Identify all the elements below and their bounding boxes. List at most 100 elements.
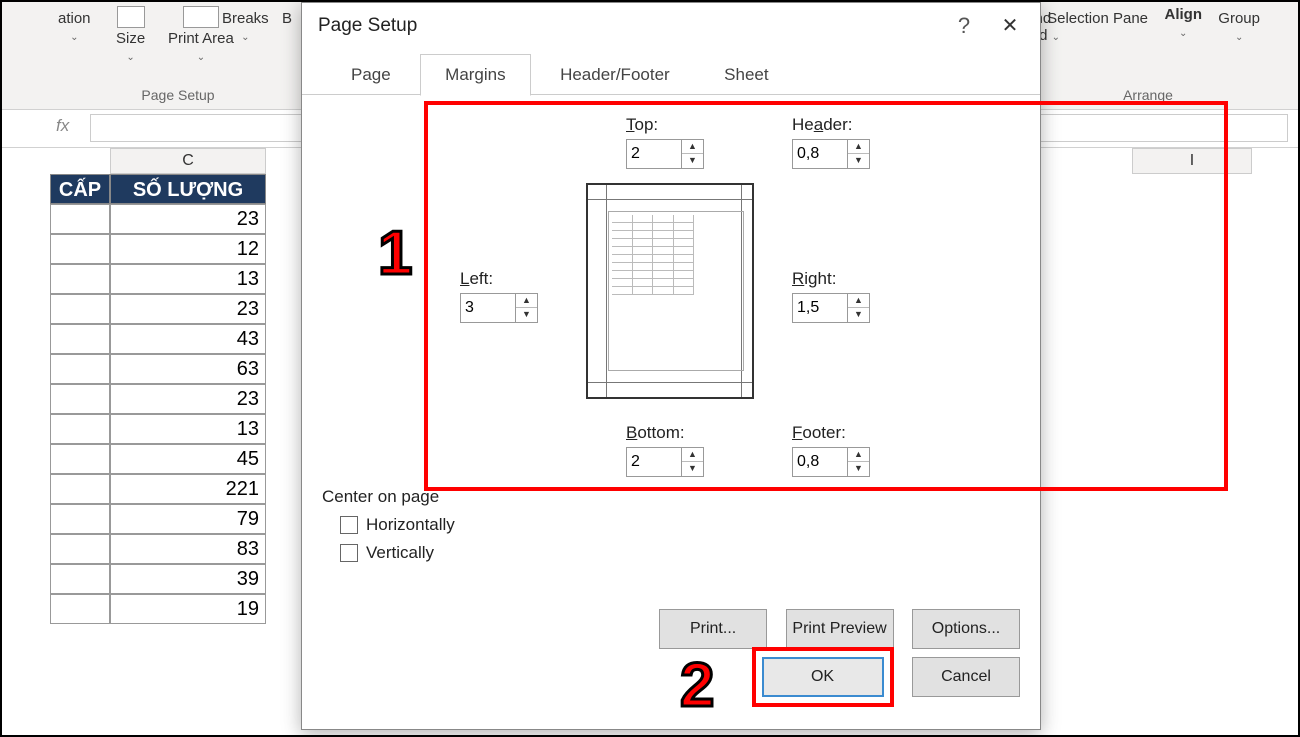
tab-page[interactable]: Page [326, 54, 416, 96]
cell-b[interactable] [50, 264, 110, 294]
spin-down-icon[interactable]: ▼ [516, 308, 537, 322]
field-right: Right: ▲▼ [792, 269, 870, 323]
cell-b[interactable] [50, 234, 110, 264]
spin-down-icon[interactable]: ▼ [682, 462, 703, 476]
spin-right[interactable]: ▲▼ [792, 293, 870, 323]
ribbon-label: B [282, 10, 292, 27]
page-preview [586, 183, 754, 399]
chevron-down-icon: ⌄ [126, 52, 134, 63]
ribbon-label: Selection Pane [1047, 10, 1148, 27]
preview-grid [612, 215, 694, 295]
ribbon-selection-pane[interactable]: Selection Pane [1047, 10, 1148, 27]
ribbon-label: Group [1218, 10, 1260, 27]
input-header[interactable] [793, 140, 843, 168]
tab-margins[interactable]: Margins [420, 54, 530, 96]
dialog-title: Page Setup [302, 3, 1040, 53]
label-left: Left: [460, 269, 538, 289]
ribbon-align[interactable]: Align⌄ [1165, 6, 1203, 40]
checkbox-label: Horizontally [366, 515, 455, 535]
cell-c[interactable]: 39 [110, 564, 266, 594]
close-button[interactable]: ✕ [990, 11, 1030, 45]
input-left[interactable] [461, 294, 511, 322]
margins-highlight-box: Top: ▲▼ Header: ▲▼ Left: ▲▼ Right: ▲▼ Bo… [424, 101, 1228, 491]
tab-header-footer[interactable]: Header/Footer [535, 54, 695, 96]
spin-down-icon[interactable]: ▼ [848, 154, 869, 168]
preview-line [588, 382, 752, 383]
cell-c[interactable]: 221 [110, 474, 266, 504]
print-preview-button[interactable]: Print Preview [786, 609, 894, 649]
cell-b[interactable] [50, 534, 110, 564]
field-top: Top: ▲▼ [626, 115, 704, 169]
cell-c[interactable]: 45 [110, 444, 266, 474]
ribbon-breaks[interactable]: Breaks⌄ [222, 10, 269, 44]
cell-c[interactable]: 83 [110, 534, 266, 564]
center-on-page-group: Center on page Horizontally Vertically [322, 487, 455, 563]
spin-up-icon[interactable]: ▲ [848, 448, 869, 462]
checkbox-horizontally[interactable]: Horizontally [340, 515, 455, 535]
label-footer: Footer: [792, 423, 870, 443]
ok-button[interactable]: OK [762, 657, 884, 697]
cell-b[interactable] [50, 414, 110, 444]
spin-up-icon[interactable]: ▲ [848, 140, 869, 154]
cell-b[interactable] [50, 474, 110, 504]
checkbox-icon [340, 544, 358, 562]
cell-b[interactable] [50, 354, 110, 384]
field-footer: Footer: ▲▼ [792, 423, 870, 477]
chevron-down-icon: ⌄ [1052, 32, 1060, 43]
cell-b[interactable] [50, 564, 110, 594]
cell-b[interactable] [50, 204, 110, 234]
cell-b[interactable] [50, 444, 110, 474]
cell-b[interactable] [50, 384, 110, 414]
preview-body [608, 211, 744, 371]
chevron-down-icon: ⌄ [70, 32, 78, 43]
spin-down-icon[interactable]: ▼ [682, 154, 703, 168]
ribbon-group-page-setup: Page Setup [118, 87, 238, 103]
spin-down-icon[interactable]: ▼ [848, 308, 869, 322]
cell-b[interactable] [50, 324, 110, 354]
input-bottom[interactable] [627, 448, 677, 476]
ribbon-label: Breaks [222, 10, 269, 27]
print-button[interactable]: Print... [659, 609, 767, 649]
cell-c[interactable]: 63 [110, 354, 266, 384]
spin-left[interactable]: ▲▼ [460, 293, 538, 323]
cell-c[interactable]: 19 [110, 594, 266, 624]
input-footer[interactable] [793, 448, 843, 476]
spin-bottom[interactable]: ▲▼ [626, 447, 704, 477]
spin-up-icon[interactable]: ▲ [516, 294, 537, 308]
table-header-b: CẤP [50, 174, 110, 204]
spin-top[interactable]: ▲▼ [626, 139, 704, 169]
cell-c[interactable]: 23 [110, 384, 266, 414]
cell-b[interactable] [50, 504, 110, 534]
input-top[interactable] [627, 140, 677, 168]
cell-c[interactable]: 23 [110, 204, 266, 234]
cell-c[interactable]: 13 [110, 264, 266, 294]
cell-c[interactable]: 79 [110, 504, 266, 534]
chevron-down-icon: ⌄ [1235, 32, 1243, 43]
spin-up-icon[interactable]: ▲ [848, 294, 869, 308]
ribbon-group[interactable]: Group ⌄ [1218, 10, 1260, 44]
cell-c[interactable]: 43 [110, 324, 266, 354]
print-area-icon [183, 6, 219, 28]
tab-sheet[interactable]: Sheet [699, 54, 793, 96]
page-setup-dialog: Page Setup ? ✕ Page Margins Header/Foote… [301, 2, 1041, 730]
help-button[interactable]: ? [948, 13, 980, 39]
spin-up-icon[interactable]: ▲ [682, 140, 703, 154]
ribbon-orientation[interactable]: ation ⌄ [58, 10, 91, 44]
cell-c[interactable]: 12 [110, 234, 266, 264]
cell-b[interactable] [50, 594, 110, 624]
checkbox-vertically[interactable]: Vertically [340, 543, 455, 563]
column-header-c[interactable]: C [110, 148, 266, 174]
spin-footer[interactable]: ▲▼ [792, 447, 870, 477]
ribbon-label: ation [58, 10, 91, 27]
ribbon-size[interactable]: Size⌄ [116, 6, 145, 64]
input-right[interactable] [793, 294, 843, 322]
spin-up-icon[interactable]: ▲ [682, 448, 703, 462]
spin-header[interactable]: ▲▼ [792, 139, 870, 169]
cell-c[interactable]: 23 [110, 294, 266, 324]
cancel-button[interactable]: Cancel [912, 657, 1020, 697]
cell-c[interactable]: 13 [110, 414, 266, 444]
cell-b[interactable] [50, 294, 110, 324]
spin-down-icon[interactable]: ▼ [848, 462, 869, 476]
field-header: Header: ▲▼ [792, 115, 870, 169]
options-button[interactable]: Options... [912, 609, 1020, 649]
